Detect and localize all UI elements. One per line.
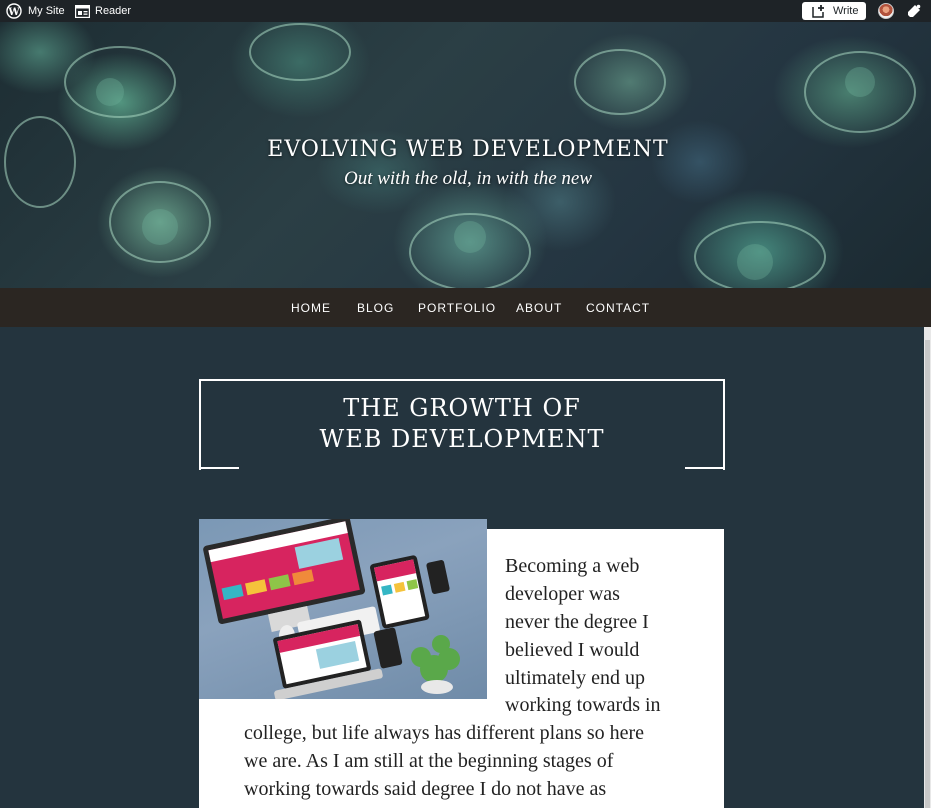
post-text-line: college, but life always has different p… <box>244 722 645 744</box>
scrollbar-thumb[interactable] <box>925 340 930 808</box>
nav-item-about[interactable]: ABOUT <box>516 301 562 315</box>
nav-item-portfolio[interactable]: PORTFOLIO <box>418 301 496 315</box>
post-text-line: never the degree I <box>505 611 649 633</box>
post-title-line-1: THE GROWTH OF <box>343 394 581 422</box>
write-button[interactable]: Write <box>802 2 866 20</box>
post-title: THE GROWTH OF WEB DEVELOPMENT <box>199 393 725 455</box>
post-title-line-2: WEB DEVELOPMENT <box>319 425 605 453</box>
title-frame-bottom-right <box>685 467 725 469</box>
devices-illustration <box>203 519 460 699</box>
reader-button[interactable]: Reader <box>75 0 131 22</box>
post-text-line: Becoming a web <box>505 555 640 577</box>
write-icon <box>812 4 826 18</box>
post-text-line: ultimately end up <box>505 667 645 689</box>
post-featured-image <box>199 519 487 699</box>
site-tagline: Out with the old, in with the new <box>343 168 593 189</box>
post-text-line: developer was <box>505 583 620 605</box>
my-site-button[interactable]: W My Site <box>6 0 65 22</box>
admin-bar: W My Site Reader Write <box>0 0 931 22</box>
svg-text:W: W <box>7 7 20 18</box>
nav-item-blog[interactable]: BLOG <box>357 301 394 315</box>
site-title[interactable]: EVOLVING WEB DEVELOPMENT <box>0 137 931 162</box>
post-text-line: working towards in <box>505 694 661 716</box>
post-text-line: we are. As I am still at the beginning s… <box>244 750 614 772</box>
nav-item-contact[interactable]: CONTACT <box>586 301 650 315</box>
my-site-label: My Site <box>28 5 65 17</box>
reader-label: Reader <box>95 5 132 17</box>
avatar[interactable] <box>878 3 894 19</box>
main-navigation: HOME BLOG PORTFOLIO ABOUT CONTACT <box>0 288 931 327</box>
notifications-icon[interactable] <box>906 0 922 22</box>
site-header-image: EVOLVING WEB DEVELOPMENT Out with the ol… <box>0 22 931 288</box>
title-frame-bottom-left <box>199 467 239 469</box>
nav-item-home[interactable]: HOME <box>291 301 331 315</box>
write-label: Write <box>833 5 859 17</box>
post-text-line: believed I would <box>505 639 640 661</box>
post-text-line: working towards said degree I do not hav… <box>244 778 607 800</box>
wordpress-logo-icon: W <box>6 3 22 19</box>
reader-icon <box>75 4 90 18</box>
